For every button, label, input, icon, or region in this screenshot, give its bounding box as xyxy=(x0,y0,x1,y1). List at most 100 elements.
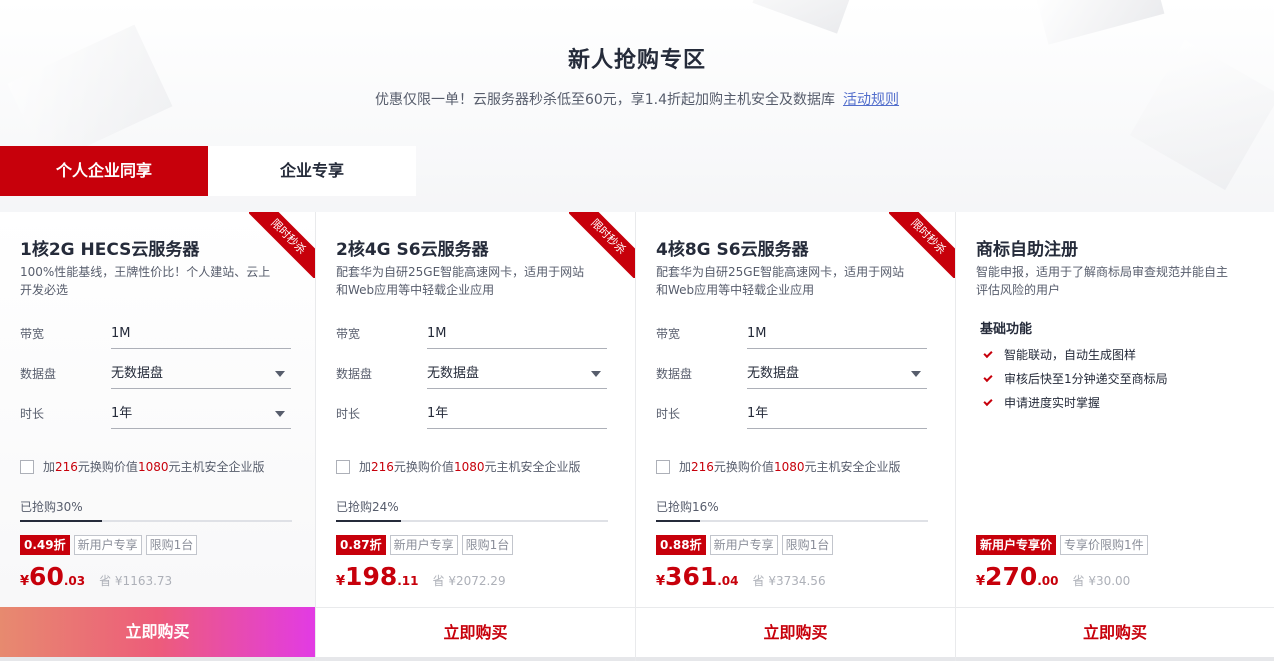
disk-select[interactable]: 无数据盘 xyxy=(111,359,291,389)
feature-item: 智能联动，自动生成图样 xyxy=(983,343,1168,367)
card-description: 100%性能基线，王牌性价比！个人建站、云上开发必选 xyxy=(20,265,271,297)
addon-offer[interactable]: 加 216 元换购价值 1080 元主机安全企业版 xyxy=(336,458,581,475)
duration-field: 时长 1年 xyxy=(336,399,608,429)
price-decimal: .03 xyxy=(63,574,86,588)
check-icon xyxy=(983,372,993,383)
product-card: 限时秒杀 4核8G S6云服务器 配套华为自研25GE智能高速网卡，适用于网站和… xyxy=(636,212,956,661)
price: ¥ 270 .00 省 ¥30.00 xyxy=(976,562,1130,591)
savings: 省 ¥1163.73 xyxy=(99,574,173,588)
duration-select[interactable]: 1年 xyxy=(427,399,607,429)
duration-select[interactable]: 1年 xyxy=(747,399,927,429)
progress-text: 已抢购24% xyxy=(336,500,399,514)
badges: 0.87折 新用户专享 限购1台 xyxy=(336,535,517,555)
addon-checkbox[interactable] xyxy=(336,459,350,474)
price-integer: 198 xyxy=(345,562,398,591)
buy-button[interactable]: 立即购买 xyxy=(636,607,955,661)
duration-field: 时长 1年 xyxy=(656,399,928,429)
trademark-card: 商标自助注册 智能申报，适用于了解商标局审查规范并能自主评估风险的用户 基础功能… xyxy=(956,212,1274,661)
badges: 新用户专享价 专享价限购1件 xyxy=(976,535,1152,555)
badges: 0.88折 新用户专享 限购1台 xyxy=(656,535,837,555)
duration-label: 时长 xyxy=(20,407,45,421)
check-icon xyxy=(983,396,993,407)
progress-text: 已抢购16% xyxy=(656,500,719,514)
currency-symbol: ¥ xyxy=(976,574,986,589)
chevron-down-icon[interactable] xyxy=(591,371,601,377)
bandwidth-label: 带宽 xyxy=(656,327,681,341)
sales-progress: 已抢购30% xyxy=(20,498,292,522)
disk-field: 数据盘 无数据盘 xyxy=(656,359,928,389)
bandwidth-label: 带宽 xyxy=(20,327,45,341)
page-subtitle: 优惠仅限一单！云服务器秒杀低至60元，享1.4折起加购主机安全及数据库 活动规则 xyxy=(0,89,1274,109)
duration-label: 时长 xyxy=(336,407,361,421)
sales-progress: 已抢购16% xyxy=(656,498,928,522)
buy-button[interactable]: 立即购买 xyxy=(316,607,635,661)
currency-symbol: ¥ xyxy=(20,574,30,589)
duration-select[interactable]: 1年 xyxy=(111,399,291,429)
bandwidth-label: 带宽 xyxy=(336,327,361,341)
price-decimal: .00 xyxy=(1037,574,1059,588)
limit-badge: 限购1台 xyxy=(781,535,834,555)
duration-field: 时长 1年 xyxy=(20,399,292,429)
disk-field: 数据盘 无数据盘 xyxy=(336,359,608,389)
tab-bar: 个人企业同享 企业专享 xyxy=(0,146,416,196)
tab-personal-enterprise[interactable]: 个人企业同享 xyxy=(0,146,208,196)
currency-symbol: ¥ xyxy=(336,574,346,589)
limit-badge: 限购1台 xyxy=(145,535,198,555)
progress-bar xyxy=(336,520,608,522)
card-title: 4核8G S6云服务器 xyxy=(656,240,809,260)
disk-label: 数据盘 xyxy=(20,367,57,381)
addon-checkbox[interactable] xyxy=(20,459,34,474)
tab-enterprise-only[interactable]: 企业专享 xyxy=(208,146,416,196)
buy-button[interactable]: 立即购买 xyxy=(0,607,315,661)
price-integer: 60 xyxy=(29,562,64,591)
badges: 0.49折 新用户专享 限购1台 xyxy=(20,535,201,555)
disk-select[interactable]: 无数据盘 xyxy=(747,359,927,389)
price-decimal: .11 xyxy=(397,574,419,588)
rules-link[interactable]: 活动规则 xyxy=(843,92,899,108)
progress-text: 已抢购30% xyxy=(20,500,83,514)
price: ¥ 60 .03 省 ¥1163.73 xyxy=(20,562,172,591)
new-user-price-badge: 新用户专享价 xyxy=(976,535,1057,555)
chevron-down-icon[interactable] xyxy=(275,411,285,417)
bandwidth-value[interactable]: 1M xyxy=(111,319,291,349)
product-card: 限时秒杀 1核2G HECS云服务器 100%性能基线，王牌性价比！个人建站、云… xyxy=(0,212,316,661)
bandwidth-value[interactable]: 1M xyxy=(427,319,607,349)
card-title: 1核2G HECS云服务器 xyxy=(20,240,200,260)
product-cards: 限时秒杀 1核2G HECS云服务器 100%性能基线，王牌性价比！个人建站、云… xyxy=(0,212,1274,661)
card-description: 智能申报，适用于了解商标局审查规范并能自主评估风险的用户 xyxy=(976,265,1229,297)
price-integer: 270 xyxy=(985,562,1038,591)
limit-badge: 限购1台 xyxy=(461,535,514,555)
addon-offer[interactable]: 加 216 元换购价值 1080 元主机安全企业版 xyxy=(20,458,265,475)
progress-bar xyxy=(20,520,292,522)
chevron-down-icon[interactable] xyxy=(911,371,921,377)
buy-button[interactable]: 立即购买 xyxy=(956,607,1274,661)
price: ¥ 361 .04 省 ¥3734.56 xyxy=(656,562,826,591)
page-title: 新人抢购专区 xyxy=(567,48,706,73)
bandwidth-value[interactable]: 1M xyxy=(747,319,927,349)
card-description: 配套华为自研25GE智能高速网卡，适用于网站和Web应用等中轻载企业应用 xyxy=(336,265,585,297)
disk-select[interactable]: 无数据盘 xyxy=(427,359,607,389)
bandwidth-field: 带宽 1M xyxy=(336,319,608,349)
discount-badge: 0.87折 xyxy=(336,535,386,555)
price: ¥ 198 .11 省 ¥2072.29 xyxy=(336,562,506,591)
chevron-down-icon[interactable] xyxy=(275,371,285,377)
progress-fill xyxy=(336,520,402,522)
addon-offer[interactable]: 加 216 元换购价值 1080 元主机安全企业版 xyxy=(656,458,901,475)
card-title: 商标自助注册 xyxy=(976,240,1078,260)
new-user-badge: 新用户专享 xyxy=(389,535,458,555)
feature-item: 申请进度实时掌握 xyxy=(983,391,1168,415)
features-title: 基础功能 xyxy=(980,322,1033,337)
new-user-badge: 新用户专享 xyxy=(73,535,142,555)
price-decimal: .04 xyxy=(717,574,739,588)
limit-badge: 专享价限购1件 xyxy=(1060,535,1148,555)
disk-label: 数据盘 xyxy=(336,367,373,381)
discount-badge: 0.88折 xyxy=(656,535,706,555)
feature-item: 审核后快至1分钟递交至商标局 xyxy=(983,367,1168,391)
addon-checkbox[interactable] xyxy=(656,459,670,474)
discount-badge: 0.49折 xyxy=(20,535,70,555)
savings: 省 ¥3734.56 xyxy=(752,574,826,588)
card-description: 配套华为自研25GE智能高速网卡，适用于网站和Web应用等中轻载企业应用 xyxy=(656,265,905,297)
disk-label: 数据盘 xyxy=(656,367,693,381)
progress-fill xyxy=(20,520,102,522)
bandwidth-field: 带宽 1M xyxy=(20,319,292,349)
